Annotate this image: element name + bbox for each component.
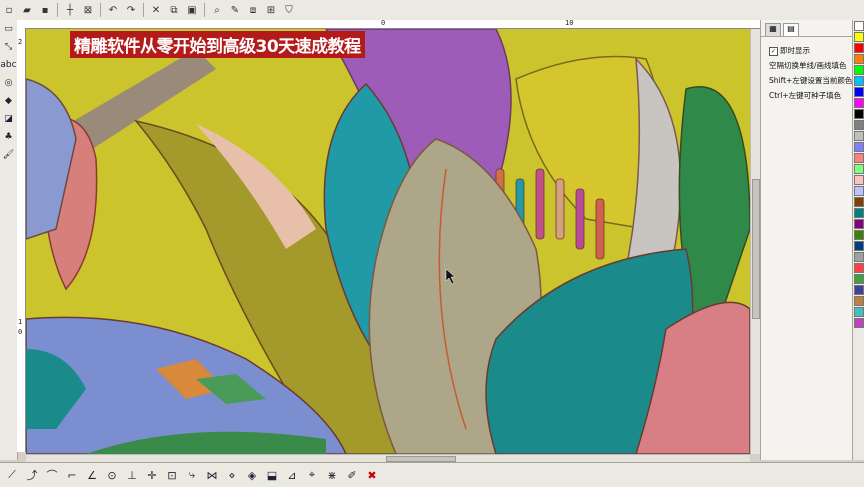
ruler-mark: 10	[565, 19, 574, 27]
ruler-mark: 0	[381, 19, 386, 27]
trim-icon[interactable]: ⊥	[123, 467, 141, 483]
color-swatch[interactable]	[854, 87, 864, 97]
ruler-mark: 0	[18, 328, 23, 336]
delete-icon[interactable]: ✖	[363, 467, 381, 483]
pencil-icon[interactable]: ✐	[343, 467, 361, 483]
point-icon[interactable]: ⊡	[163, 467, 181, 483]
color-swatch[interactable]	[854, 21, 864, 31]
color-swatch[interactable]	[854, 263, 864, 273]
offset-icon[interactable]: ◈	[243, 467, 261, 483]
brush-icon[interactable]: 🖌	[2, 147, 16, 163]
left-toolbar: ▭ ⤡ abc ◎ ◆ ◪ ♣ 🖌	[0, 20, 18, 460]
color-swatch[interactable]	[854, 285, 864, 295]
mirror-icon[interactable]: ⋈	[203, 467, 221, 483]
color-swatch[interactable]	[854, 109, 864, 119]
color-swatch[interactable]	[854, 197, 864, 207]
color-swatch[interactable]	[854, 142, 864, 152]
paste-icon[interactable]: ▣	[184, 3, 200, 17]
tree-icon[interactable]: ♣	[2, 129, 16, 145]
shield-icon[interactable]: ⛉	[281, 3, 297, 17]
instant-display-checkbox[interactable]: ✓	[769, 46, 778, 56]
cross-icon[interactable]: ┼	[62, 3, 78, 17]
bottom-toolbar: ⟋ ⤴ ⌒ ⌐ ∠ ⊙ ⊥ ✛ ⊡ ⤷ ⋈ ⋄ ◈ ⬓ ⊿ ⌖ ⋇ ✐ ✖	[0, 462, 864, 487]
color-swatch[interactable]	[854, 32, 864, 42]
grid-icon[interactable]: ⊞	[263, 3, 279, 17]
circle-icon[interactable]: ◎	[2, 75, 16, 91]
ruler-mark: 2	[18, 38, 23, 46]
new-icon[interactable]: ▫	[1, 3, 17, 17]
color-swatch[interactable]	[854, 186, 864, 196]
properties-panel: ▦ ▤ ✓ 即时显示 空隔切换单线/画线填色 Shift+左键设置当前颜色 Ctr…	[760, 20, 853, 460]
scroll-thumb[interactable]	[752, 179, 760, 319]
ruler-mark: 1	[18, 318, 23, 326]
fill-icon[interactable]: ◆	[2, 93, 16, 109]
instant-display-row[interactable]: ✓ 即时显示	[769, 45, 853, 56]
instant-display-label: 即时显示	[780, 46, 810, 55]
color-swatch[interactable]	[854, 307, 864, 317]
cross-icon[interactable]: ✛	[143, 467, 161, 483]
panel-tabs: ▦ ▤	[761, 20, 853, 37]
color-swatch[interactable]	[854, 296, 864, 306]
open-icon[interactable]: ▰	[19, 3, 35, 17]
color-swatch[interactable]	[854, 76, 864, 86]
undo-icon[interactable]: ↶	[105, 3, 121, 17]
color-swatch[interactable]	[854, 65, 864, 75]
help-line: Shift+左键设置当前颜色	[769, 76, 853, 85]
paint-icon[interactable]: ⬓	[263, 467, 281, 483]
help-line: Ctrl+左键可种子填色	[769, 91, 842, 100]
circle-node-icon[interactable]: ⊙	[103, 467, 121, 483]
ruler-top: 0 10	[17, 19, 760, 29]
color-swatch[interactable]	[854, 175, 864, 185]
lotus-relief-artwork	[26, 29, 750, 454]
color-swatch[interactable]	[854, 252, 864, 262]
curve-icon[interactable]: ⤴	[23, 467, 41, 483]
color-swatch[interactable]	[854, 208, 864, 218]
zoom-icon[interactable]: ⌕	[209, 3, 225, 17]
layer-icon[interactable]: ⧈	[245, 3, 261, 17]
color-swatch[interactable]	[854, 241, 864, 251]
text-icon[interactable]: abc	[0, 57, 16, 73]
box-icon[interactable]: ⊠	[80, 3, 96, 17]
drawing-canvas[interactable]: 精雕软件从零开始到高级30天速成教程	[26, 29, 750, 454]
tab-layers[interactable]: ▦	[765, 23, 781, 36]
color-swatch[interactable]	[854, 98, 864, 108]
select-icon[interactable]: ▭	[2, 21, 16, 37]
angle-icon[interactable]: ∠	[83, 467, 101, 483]
snap-icon[interactable]: ⌖	[303, 467, 321, 483]
save-icon[interactable]: ▪	[37, 3, 53, 17]
copy-icon[interactable]: ⧉	[166, 3, 182, 17]
color-swatch[interactable]	[854, 274, 864, 284]
color-palette	[852, 20, 864, 460]
top-toolbar: ▫ ▰ ▪ ┼ ⊠ ↶ ↷ ✕ ⧉ ▣ ⌕ ✎ ⧈ ⊞ ⛉	[0, 0, 864, 21]
ruler-left: 2 1 0	[17, 28, 26, 452]
measure-icon[interactable]: ⊿	[283, 467, 301, 483]
eraser-icon[interactable]: ◪	[2, 111, 16, 127]
node-edit-icon[interactable]: ⋇	[323, 467, 341, 483]
pen-icon[interactable]: ✎	[227, 3, 243, 17]
color-swatch[interactable]	[854, 54, 864, 64]
corner-icon[interactable]: ⌐	[63, 467, 81, 483]
color-swatch[interactable]	[854, 120, 864, 130]
color-swatch[interactable]	[854, 131, 864, 141]
node-icon[interactable]: ⤡	[2, 39, 16, 55]
arc-icon[interactable]: ⌒	[43, 467, 61, 483]
line-icon[interactable]: ⟋	[3, 467, 21, 483]
tab-fill[interactable]: ▤	[783, 23, 799, 36]
color-swatch[interactable]	[854, 153, 864, 163]
color-swatch[interactable]	[854, 164, 864, 174]
color-swatch[interactable]	[854, 318, 864, 328]
color-swatch[interactable]	[854, 43, 864, 53]
redo-icon[interactable]: ↷	[123, 3, 139, 17]
overlay-title: 精雕软件从零开始到高级30天速成教程	[70, 31, 365, 58]
cut-icon[interactable]: ✕	[148, 3, 164, 17]
bend-icon[interactable]: ⤷	[183, 467, 201, 483]
help-line: 空隔切换单线/画线填色	[769, 61, 847, 70]
color-swatch[interactable]	[854, 219, 864, 229]
color-swatch[interactable]	[854, 230, 864, 240]
array-icon[interactable]: ⋄	[223, 467, 241, 483]
